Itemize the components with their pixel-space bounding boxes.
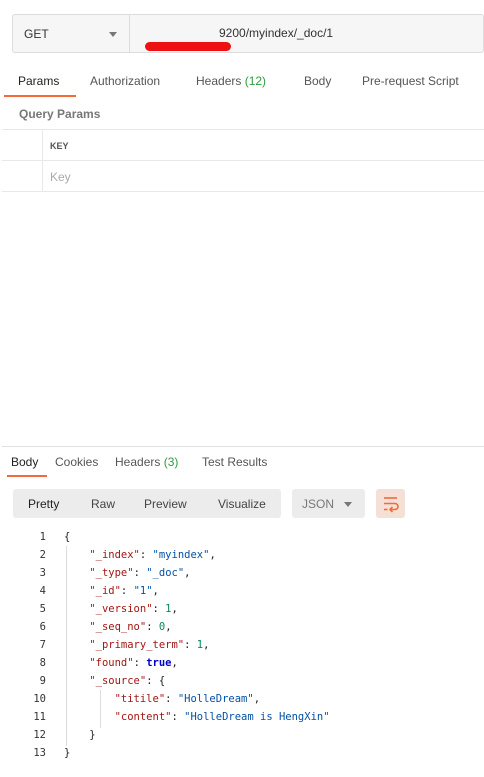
view-visualize-button[interactable]: Visualize <box>218 497 266 511</box>
chevron-down-icon <box>109 32 117 37</box>
code-line: } <box>64 729 96 741</box>
code-line: "_version": 1, <box>89 603 178 615</box>
tab-pre-request-script[interactable]: Pre-request Script <box>362 74 459 88</box>
line-number: 6 <box>39 621 46 633</box>
wrap-lines-icon <box>384 497 399 513</box>
line-number: 12 <box>33 729 46 741</box>
format-label: JSON <box>302 497 335 511</box>
line-number: 3 <box>39 567 46 579</box>
table-divider <box>2 129 484 130</box>
code-line: "_type": "_doc", <box>89 567 191 579</box>
key-input[interactable]: Key <box>50 170 71 184</box>
request-bar: GET 9200/myindex/_doc/1 <box>12 14 484 53</box>
active-tab-indicator <box>4 95 76 97</box>
line-number: 10 <box>33 693 46 705</box>
code-line: } <box>64 747 71 759</box>
redacted-host <box>145 42 231 51</box>
tab-body[interactable]: Body <box>304 74 331 88</box>
line-number: 2 <box>39 549 46 561</box>
request-tabs: Params Authorization Headers (12) Body P… <box>0 70 484 96</box>
code-line: "_primary_term": 1, <box>89 639 210 651</box>
response-tab-test-results[interactable]: Test Results <box>202 455 267 469</box>
line-number: 5 <box>39 603 46 615</box>
response-headers-count: (3) <box>163 455 179 469</box>
code-line: "titile": "HolleDream", <box>114 693 261 705</box>
code-line: "_id": "1", <box>89 585 159 597</box>
table-column-divider <box>42 129 43 191</box>
view-raw-button[interactable]: Raw <box>91 497 115 511</box>
response-tab-headers[interactable]: Headers (3) <box>115 455 178 469</box>
tab-params[interactable]: Params <box>18 74 59 88</box>
chevron-down-icon <box>344 502 352 507</box>
key-column-header: KEY <box>50 141 69 151</box>
response-active-tab-indicator <box>7 475 47 477</box>
method-select[interactable]: GET <box>13 15 130 52</box>
line-number: 9 <box>39 675 46 687</box>
line-number: 13 <box>33 747 46 759</box>
table-divider <box>2 160 484 161</box>
line-number: 1 <box>39 531 46 543</box>
response-tab-body[interactable]: Body <box>11 455 38 469</box>
line-number: 4 <box>39 585 46 597</box>
query-params-title: Query Params <box>19 107 101 121</box>
format-select[interactable]: JSON <box>292 489 365 518</box>
code-line: { <box>64 531 71 543</box>
code-line: "content": "HolleDream is HengXin" <box>114 711 330 723</box>
view-preview-button[interactable]: Preview <box>144 497 187 511</box>
view-mode-bar: Pretty Raw Preview Visualize <box>13 489 281 518</box>
line-number: 11 <box>33 711 46 723</box>
code-line: "found": true, <box>89 657 178 669</box>
wrap-lines-button[interactable] <box>376 489 405 518</box>
url-input[interactable]: 9200/myindex/_doc/1 <box>219 26 333 40</box>
response-tab-cookies[interactable]: Cookies <box>55 455 98 469</box>
view-pretty-button[interactable]: Pretty <box>28 497 59 511</box>
line-number: 8 <box>39 657 46 669</box>
line-number: 7 <box>39 639 46 651</box>
headers-count: (12) <box>244 74 267 88</box>
code-line: "_index": "myindex", <box>89 549 216 561</box>
tab-headers[interactable]: Headers (12) <box>196 74 266 88</box>
tab-authorization[interactable]: Authorization <box>90 74 160 88</box>
response-divider <box>2 446 484 447</box>
table-divider <box>2 191 484 192</box>
code-line: "_seq_no": 0, <box>89 621 172 633</box>
code-line: "_source": { <box>89 675 166 687</box>
method-label: GET <box>24 27 49 41</box>
